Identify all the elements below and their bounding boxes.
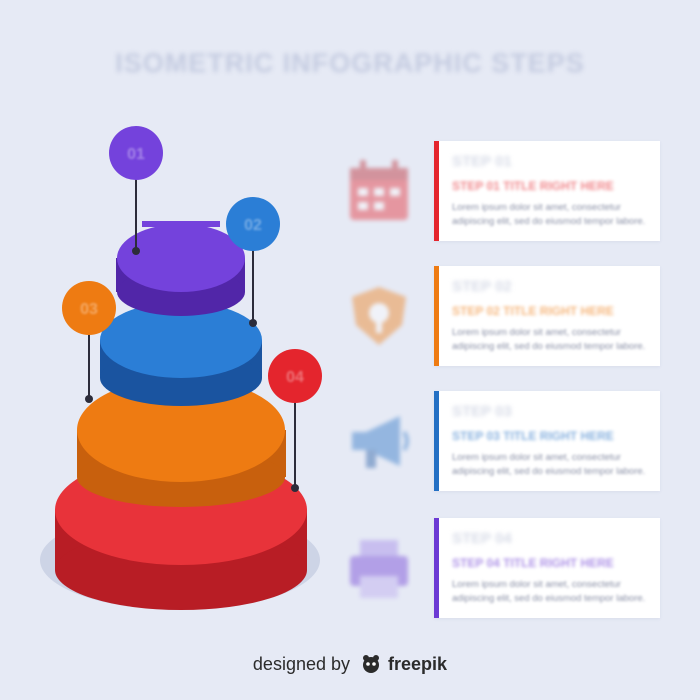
step-number: STEP 04 xyxy=(452,530,512,547)
shield-icon xyxy=(352,287,406,345)
pin-label: 01 xyxy=(127,146,145,163)
card-accent-bar xyxy=(434,141,439,241)
step-description: Lorem ipsum dolor sit amet, consectetur … xyxy=(452,202,646,227)
step-number: STEP 03 xyxy=(452,403,512,420)
step-description: Lorem ipsum dolor sit amet, consectetur … xyxy=(452,579,646,604)
pin-label: 03 xyxy=(80,301,98,318)
pin-label: 04 xyxy=(286,369,304,386)
step-title: STEP 02 TITLE RIGHT HERE xyxy=(452,304,614,318)
step-description: Lorem ipsum dolor sit amet, consectetur … xyxy=(452,452,646,477)
step-number: STEP 02 xyxy=(452,278,512,295)
tier-step-3 xyxy=(100,302,262,406)
attribution-brand: freepik xyxy=(388,654,448,674)
step-card-3: STEP 03 STEP 03 TITLE RIGHT HERE Lorem i… xyxy=(434,391,660,491)
card-accent-bar xyxy=(434,391,439,491)
card-accent-bar xyxy=(434,518,439,618)
step-title: STEP 03 TITLE RIGHT HERE xyxy=(452,429,614,443)
card-accent-bar xyxy=(434,266,439,366)
step-card-4: STEP 04 STEP 04 TITLE RIGHT HERE Lorem i… xyxy=(434,518,660,618)
megaphone-icon xyxy=(352,416,409,468)
printer-icon xyxy=(350,540,408,598)
attribution-prefix: designed by xyxy=(252,654,350,674)
step-number: STEP 01 xyxy=(452,153,512,170)
attribution: designed by freepik xyxy=(0,654,700,675)
freepik-logo-icon xyxy=(363,655,380,673)
step-card-2: STEP 02 STEP 02 TITLE RIGHT HERE Lorem i… xyxy=(434,266,660,366)
calendar-icon xyxy=(350,160,408,220)
step-description: Lorem ipsum dolor sit amet, consectetur … xyxy=(452,327,646,352)
pin-label: 02 xyxy=(244,217,262,234)
step-title: STEP 01 TITLE RIGHT HERE xyxy=(452,179,614,193)
step-card-1: STEP 01 STEP 01 TITLE RIGHT HERE Lorem i… xyxy=(434,141,660,241)
step-title: STEP 04 TITLE RIGHT HERE xyxy=(452,556,614,570)
